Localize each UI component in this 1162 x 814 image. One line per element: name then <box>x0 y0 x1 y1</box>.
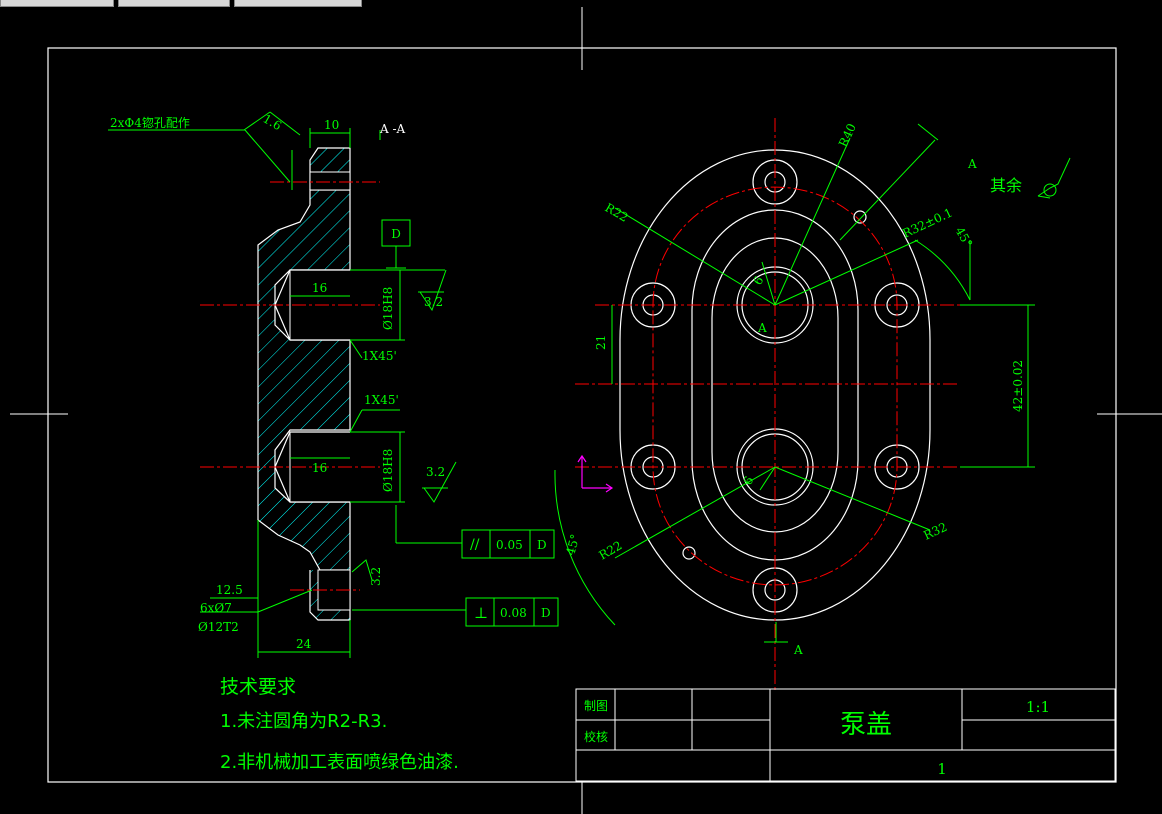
roughness-top: 3.2 <box>424 295 443 309</box>
roughness-corner: 1.6 <box>261 111 285 133</box>
svg-text:D: D <box>391 227 401 241</box>
dim-42: 42±0.02 <box>1011 360 1025 412</box>
roughness-bottom: 3.2 <box>426 465 445 479</box>
section-hatch <box>257 189 351 571</box>
view-label-center: A <box>757 321 767 335</box>
chamfer-top: 1X45' <box>362 349 397 363</box>
dim-r22-top: R22 <box>603 200 631 224</box>
drawing-tab-1[interactable] <box>0 0 114 7</box>
dim-dia-bottom: Ø18H8 <box>381 449 395 492</box>
datum-d-label: D <box>391 227 401 241</box>
front-dimension-text: R40 R22 R32±0.1 45° 21 42±0.02 6 6 R22 R… <box>563 121 1025 657</box>
dim-r40: R40 <box>836 121 859 149</box>
checked-label: 校核 <box>584 729 608 744</box>
dim-10: 10 <box>324 118 339 132</box>
dim-21: 21 <box>594 335 608 350</box>
section-view <box>200 147 380 621</box>
dim-24: 24 <box>296 637 312 651</box>
view-label-bottom: A <box>793 643 803 657</box>
tolerance-perp-value: 0.08 <box>500 606 527 620</box>
technical-requirements: 技术要求 1.未注圆角为R2-R3. 2.非机械加工表面喷绿色油漆. <box>220 676 459 773</box>
perpendicular-symbol-icon: ⊥ <box>474 604 488 622</box>
drawn-label: 制图 <box>584 699 608 713</box>
cad-drawing-canvas[interactable]: D 2xΦ4锪孔配作 1.6 10 A -A 16 16 Ø18H8 Ø18H8… <box>0 7 1162 814</box>
roughness-side: 3.2 <box>369 567 383 586</box>
scale: 1:1 <box>1026 698 1050 716</box>
ucs-icon <box>577 454 614 493</box>
drawing-tab-strip <box>0 0 1162 7</box>
dim-16-bottom: 16 <box>312 461 327 475</box>
tech-req-line2: 2.非机械加工表面喷绿色油漆. <box>220 752 459 773</box>
tech-req-line1: 1.未注圆角为R2-R3. <box>220 711 387 732</box>
dim-45-bottom: 45° <box>563 533 582 557</box>
chamfer-bottom: 1X45' <box>364 393 399 407</box>
note-12t2: Ø12T2 <box>198 620 239 634</box>
tolerance-parallel-value: 0.05 <box>496 538 523 552</box>
hole-note: 2xΦ4锪孔配作 <box>110 115 190 130</box>
tolerance-parallel-datum: D <box>537 538 547 552</box>
sheet-number: 1 <box>937 760 947 778</box>
other-surfaces-label: 其余 <box>990 176 1022 195</box>
dim-r32: R32 <box>921 520 949 543</box>
dim-dia-top: Ø18H8 <box>381 287 395 330</box>
dim-16-top: 16 <box>312 281 327 295</box>
view-label-top: A <box>967 157 977 171</box>
section-label: A -A <box>379 122 406 136</box>
drawing-tab-2[interactable] <box>118 0 230 7</box>
dim-r22-bottom: R22 <box>597 538 625 562</box>
sheet-border <box>47 47 1117 783</box>
part-name: 泵盖 <box>840 710 892 740</box>
parallel-symbol-icon: // <box>470 537 480 553</box>
dim-12-5: 12.5 <box>216 583 243 597</box>
front-dimensions <box>554 123 1071 643</box>
tech-req-title: 技术要求 <box>220 676 296 698</box>
front-centerlines <box>575 118 960 690</box>
drawing-tab-3[interactable] <box>234 0 362 7</box>
dim-45-top: 45° <box>952 225 975 250</box>
tolerance-perp-datum: D <box>541 606 551 620</box>
note-6x7: 6xØ7 <box>200 601 232 615</box>
dim-r32-tol: R32±0.1 <box>900 205 954 240</box>
title-block-text: 制图 校核 泵盖 1:1 1 <box>584 698 1050 778</box>
